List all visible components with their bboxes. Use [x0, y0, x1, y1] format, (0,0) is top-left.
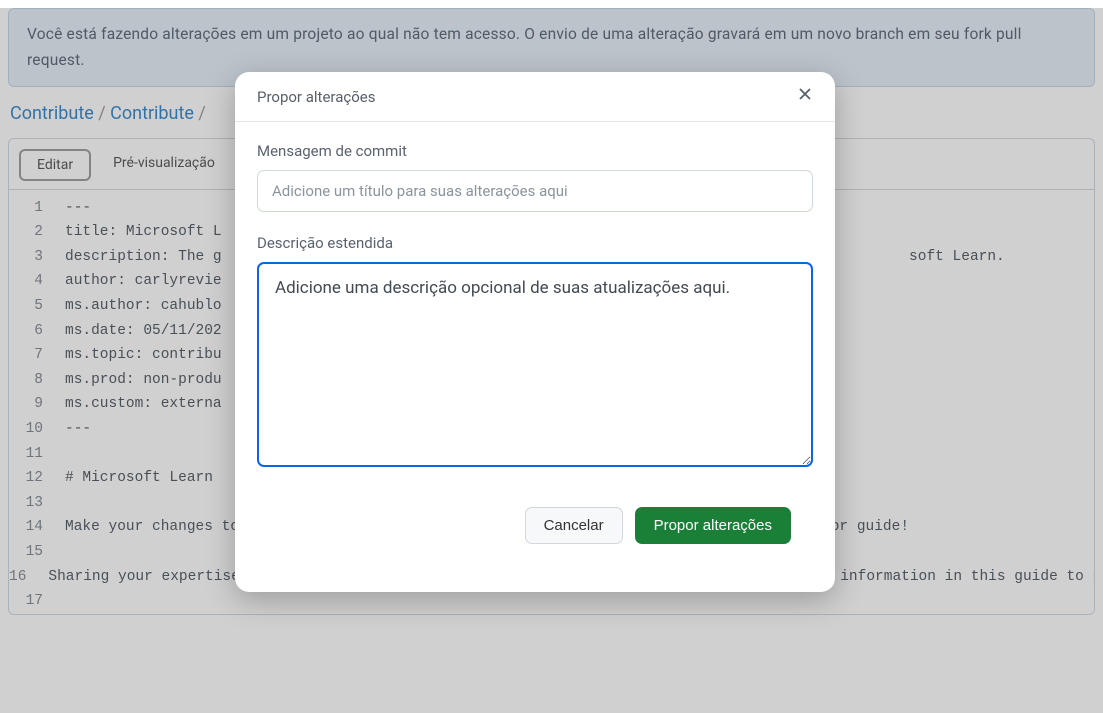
dialog-footer: Cancelar Propor alterações — [257, 507, 813, 566]
extended-description-label: Descrição estendida — [257, 234, 813, 252]
close-icon[interactable] — [797, 86, 813, 107]
propose-changes-button[interactable]: Propor alterações — [635, 507, 791, 544]
commit-message-input[interactable] — [257, 170, 813, 212]
cancel-button[interactable]: Cancelar — [525, 507, 623, 544]
commit-message-label: Mensagem de commit — [257, 142, 813, 160]
propose-changes-dialog: Propor alterações Mensagem de commit Des… — [235, 72, 835, 592]
dialog-header: Propor alterações — [235, 72, 835, 122]
extended-description-textarea[interactable] — [257, 262, 813, 467]
dialog-title: Propor alterações — [257, 88, 375, 106]
dialog-body: Mensagem de commit Descrição estendida C… — [235, 122, 835, 592]
